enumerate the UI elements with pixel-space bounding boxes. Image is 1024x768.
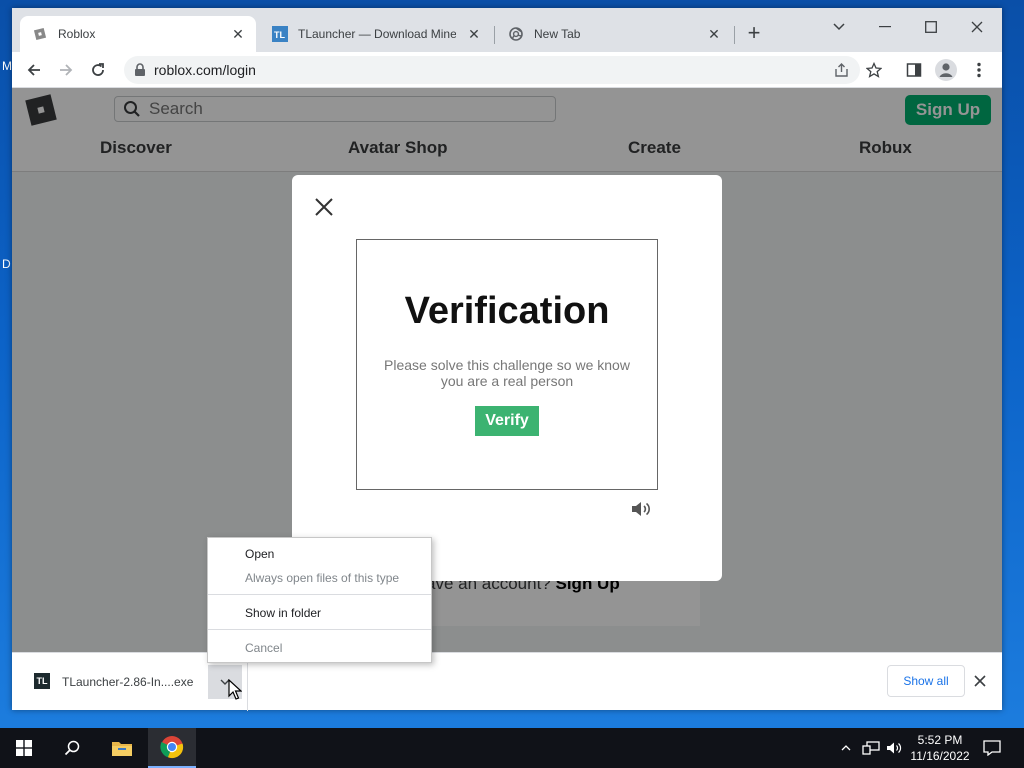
tab-tlauncher[interactable]: TL TLauncher — Download Minecraft ✕	[260, 16, 492, 52]
close-tab-icon[interactable]: ✕	[230, 26, 246, 42]
windows-taskbar: 5:52 PM 11/16/2022	[0, 728, 1024, 768]
windows-logo-icon	[16, 740, 32, 756]
lock-icon[interactable]	[134, 63, 146, 77]
download-filename: TLauncher-2.86-In....exe	[62, 675, 194, 689]
tab-separator	[494, 26, 495, 44]
desktop-edge-text: D	[2, 257, 11, 271]
tab-new-tab[interactable]: New Tab ✕	[496, 16, 732, 52]
show-all-button[interactable]: Show all	[887, 665, 965, 697]
file-icon: TL	[34, 673, 50, 689]
verification-modal: Verification Please solve this challenge…	[292, 175, 722, 581]
profile-avatar-icon[interactable]	[934, 58, 958, 82]
tab-roblox[interactable]: Roblox ✕	[20, 16, 256, 52]
reload-button[interactable]	[86, 58, 110, 82]
page-content: Sign Up Discover Avatar Shop Create Robu…	[12, 88, 1002, 652]
close-tab-icon[interactable]: ✕	[466, 26, 482, 42]
tlauncher-favicon-icon: TL	[272, 26, 288, 42]
verification-heading: Verification	[404, 290, 610, 332]
mouse-cursor-icon	[228, 678, 243, 701]
tab-title: TLauncher — Download Minecraft	[298, 27, 456, 41]
back-button[interactable]	[22, 58, 46, 82]
tab-title: Roblox	[58, 27, 96, 41]
taskbar-search-button[interactable]	[48, 728, 96, 768]
minimize-icon[interactable]	[862, 12, 908, 42]
tab-search-icon[interactable]	[816, 12, 862, 42]
tab-strip: Roblox ✕ TL TLauncher — Download Minecra…	[12, 8, 1002, 52]
downloads-shelf: TL TLauncher-2.86-In....exe Show all	[12, 652, 1002, 711]
more-menu-icon[interactable]	[967, 58, 991, 82]
roblox-favicon-icon	[32, 26, 48, 42]
verify-button[interactable]: Verify	[475, 406, 539, 436]
notification-icon[interactable]	[980, 728, 1004, 768]
download-context-menu: Open Always open files of this type Show…	[207, 537, 432, 663]
menu-divider	[208, 594, 431, 595]
folder-icon	[112, 742, 132, 756]
close-window-icon[interactable]	[954, 12, 1000, 42]
close-shelf-icon[interactable]	[970, 671, 990, 691]
address-bar[interactable]: roblox.com/login	[124, 56, 860, 84]
tray-overflow-icon[interactable]	[836, 728, 856, 768]
start-button[interactable]	[0, 728, 48, 768]
clock-time: 5:52 PM	[917, 733, 963, 747]
clock-date: 11/16/2022	[910, 749, 970, 763]
chrome-taskbar-button[interactable]	[148, 728, 196, 768]
verification-frame: Verification Please solve this challenge…	[356, 239, 658, 490]
menu-item-show-in-folder[interactable]: Show in folder	[208, 602, 431, 624]
forward-button[interactable]	[54, 58, 78, 82]
new-tab-button[interactable]: +	[742, 22, 766, 46]
chrome-favicon-icon	[508, 26, 524, 42]
close-tab-icon[interactable]: ✕	[706, 26, 722, 42]
close-modal-icon[interactable]	[312, 195, 336, 219]
maximize-icon[interactable]	[908, 12, 954, 42]
network-icon[interactable]	[860, 728, 882, 768]
bookmark-star-icon[interactable]	[862, 58, 886, 82]
search-icon	[64, 740, 80, 756]
share-icon[interactable]	[830, 58, 854, 82]
menu-item-open[interactable]: Open	[208, 543, 431, 565]
verification-message: Please solve this challenge so we know y…	[384, 357, 630, 389]
file-explorer-button[interactable]	[98, 728, 146, 768]
browser-window: Roblox ✕ TL TLauncher — Download Minecra…	[12, 8, 1002, 711]
audio-speaker-icon[interactable]	[630, 500, 652, 518]
volume-icon[interactable]	[884, 728, 904, 768]
browser-toolbar: roblox.com/login	[12, 52, 1002, 88]
tab-title: New Tab	[534, 27, 581, 41]
menu-divider	[208, 629, 431, 630]
menu-item-cancel[interactable]: Cancel	[208, 637, 431, 659]
svg-text:TL: TL	[274, 30, 285, 40]
menu-item-always-open[interactable]: Always open files of this type	[208, 567, 431, 589]
side-panel-icon[interactable]	[902, 58, 926, 82]
taskbar-clock[interactable]: 5:52 PM 11/16/2022	[904, 732, 976, 764]
tab-separator	[734, 26, 735, 44]
url-text: roblox.com/login	[154, 62, 256, 78]
desktop-edge-text: M	[2, 59, 12, 73]
chrome-icon	[160, 736, 184, 759]
